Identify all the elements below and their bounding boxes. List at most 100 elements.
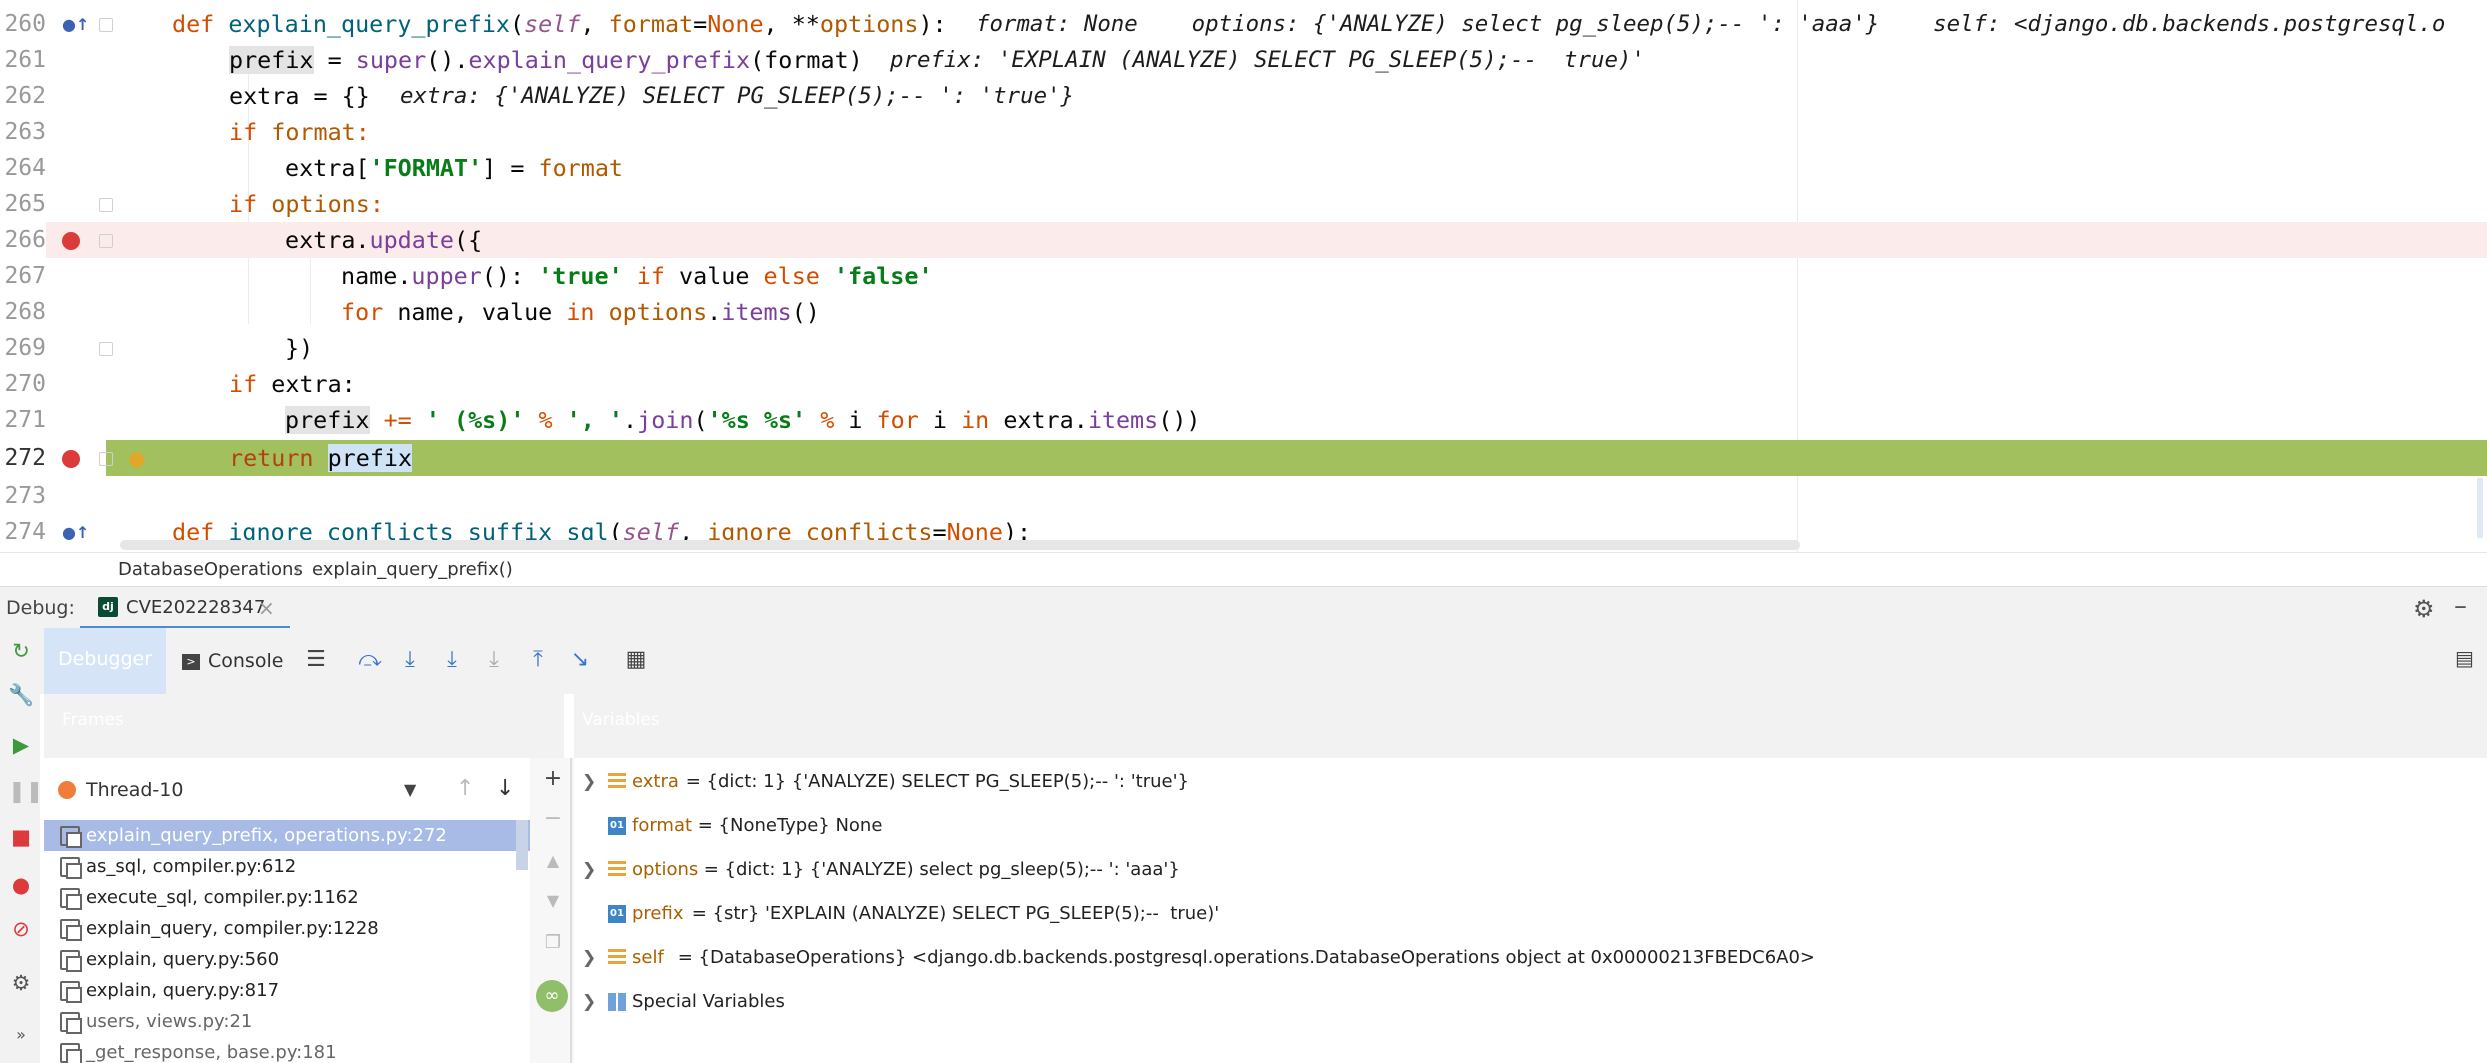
step-into-my-code-icon[interactable]: ⤓ — [438, 646, 466, 674]
code-line-260[interactable]: 260 ●↑ def explain_query_prefix(self, fo… — [0, 6, 2487, 42]
evaluate-expression-icon[interactable]: ▦ — [622, 646, 650, 674]
chevron-down-icon[interactable]: ▼ — [404, 768, 416, 812]
add-watch-icon[interactable]: + — [542, 768, 564, 790]
breadcrumb: DatabaseOperations › explain_query_prefi… — [0, 552, 2487, 587]
next-frame-icon[interactable]: ↓ — [496, 776, 514, 801]
variable-value: = {NoneType} None — [692, 815, 883, 836]
code-line-269[interactable]: 269 }) — [0, 330, 2487, 366]
code-line-261[interactable]: 261 prefix = super().explain_query_prefi… — [0, 42, 2487, 78]
close-icon[interactable]: × — [258, 587, 275, 629]
code-line-263[interactable]: 263 if format: — [0, 114, 2487, 150]
code-line-273[interactable]: 273 — [0, 478, 2487, 514]
line-number: 268 — [4, 299, 46, 325]
fold-marker[interactable] — [99, 452, 113, 466]
chevron-right-icon[interactable]: ❯ — [582, 938, 596, 978]
step-into-icon[interactable]: ⤓ — [396, 646, 424, 674]
frame-item[interactable]: execute_sql, compiler.py:1162 — [44, 882, 530, 913]
frame-item[interactable]: _get_response, base.py:181 — [44, 1037, 530, 1063]
variable-row-self[interactable]: ❯ self = {DatabaseOperations} <django.db… — [574, 938, 2474, 978]
debug-left-toolbar: ↻ 🔧 ▶ ❚❚ ■ ● ⊘ ⚙ » — [0, 628, 43, 1063]
code-editor[interactable]: 260 ●↑ def explain_query_prefix(self, fo… — [0, 0, 2487, 552]
override-method-icon[interactable]: ●↑ — [62, 523, 89, 542]
frame-label: explain_query_prefix, operations.py:272 — [86, 825, 447, 846]
run-to-cursor-icon[interactable]: ↘ — [566, 646, 594, 674]
horizontal-scrollbar[interactable] — [120, 540, 1800, 550]
fold-marker[interactable] — [99, 234, 113, 248]
code-line-268[interactable]: 268 for name, value in options.items() — [0, 294, 2487, 330]
frame-item[interactable]: explain_query, compiler.py:1228 — [44, 913, 530, 944]
frames-list[interactable]: explain_query_prefix, operations.py:272 … — [44, 820, 530, 1063]
move-up-icon[interactable]: ▲ — [542, 850, 564, 872]
chevron-right-icon[interactable]: ❯ — [582, 850, 596, 890]
panel-divider[interactable] — [570, 758, 572, 1063]
frame-item[interactable]: explain, query.py:560 — [44, 944, 530, 975]
lightbulb-icon[interactable]: ● — [128, 446, 145, 470]
fold-marker[interactable] — [99, 18, 113, 32]
variable-row-options[interactable]: ❯ options = {dict: 1} {'ANALYZE) select … — [574, 850, 2474, 890]
run-config-tab[interactable]: dj CVE202228347 × — [80, 587, 290, 630]
chevron-right-icon[interactable]: ❯ — [582, 982, 596, 1022]
variables-title: Variables — [582, 710, 660, 730]
breakpoint-icon[interactable] — [62, 232, 80, 250]
step-over-icon[interactable]: ⤼ — [356, 646, 384, 674]
variable-row-prefix[interactable]: 01 prefix = {str} 'EXPLAIN (ANALYZE) SEL… — [574, 894, 2474, 934]
variable-value: = {dict: 1} {'ANALYZE) SELECT PG_SLEEP(5… — [680, 771, 1189, 792]
code-line-267[interactable]: 267 name.upper(): 'true' if value else '… — [0, 258, 2487, 294]
line-number: 272 — [0, 440, 46, 476]
dict-icon — [608, 773, 626, 791]
breadcrumb-class[interactable]: DatabaseOperations — [118, 553, 303, 587]
frame-icon — [60, 1012, 82, 1034]
minimize-icon[interactable]: – — [2454, 591, 2467, 621]
breakpoint-icon[interactable] — [62, 450, 80, 468]
variable-row-extra[interactable]: ❯ extra = {dict: 1} {'ANALYZE) SELECT PG… — [574, 762, 2474, 802]
mute-breakpoints-icon[interactable]: ⊘ — [8, 916, 34, 942]
fold-marker[interactable] — [99, 198, 113, 212]
fold-marker[interactable] — [99, 342, 113, 356]
show-watches-icon[interactable]: ∞ — [536, 980, 568, 1012]
view-breakpoints-icon[interactable]: ● — [8, 872, 34, 898]
frame-item[interactable]: as_sql, compiler.py:612 — [44, 851, 530, 882]
variable-row-special[interactable]: ❯ Special Variables — [574, 982, 2474, 1022]
rerun-icon[interactable]: ↻ — [8, 638, 34, 664]
variable-row-format[interactable]: 01 format = {NoneType} None — [574, 806, 2474, 846]
breadcrumb-method[interactable]: explain_query_prefix() — [312, 553, 513, 587]
code-line-264[interactable]: 264 extra['FORMAT'] = format — [0, 150, 2487, 186]
code-line-265[interactable]: 265 if options: — [0, 186, 2487, 222]
wrench-icon[interactable]: 🔧 — [8, 682, 34, 708]
override-method-icon[interactable]: ●↑ — [62, 15, 89, 34]
frame-icon — [60, 826, 82, 848]
show-execution-point-icon[interactable]: ☰ — [302, 646, 330, 674]
more-icon[interactable]: » — [8, 1022, 34, 1048]
move-down-icon[interactable]: ▼ — [542, 890, 564, 912]
step-out-icon[interactable]: ⤒ — [524, 646, 552, 674]
copy-icon[interactable]: ❐ — [542, 932, 564, 954]
code-line-266[interactable]: 266 extra.update({ — [0, 222, 2487, 258]
vertical-scrollbar[interactable] — [2477, 478, 2483, 538]
line-number: 274 — [4, 519, 46, 545]
frame-icon — [60, 981, 82, 1003]
layout-settings-icon[interactable]: ▤ — [2455, 646, 2474, 670]
frame-item[interactable]: users, views.py:21 — [44, 1006, 530, 1037]
code-line-270[interactable]: 270 if extra: — [0, 366, 2487, 402]
gear-icon[interactable]: ⚙ — [2413, 595, 2435, 623]
code-line-271[interactable]: 271 prefix += ' (%s)' % ', '.join('%s %s… — [0, 402, 2487, 438]
chevron-right-icon[interactable]: ❯ — [582, 762, 596, 802]
force-step-into-icon[interactable]: ⤓ — [480, 646, 508, 674]
remove-watch-icon[interactable]: − — [542, 808, 564, 830]
previous-frame-icon[interactable]: ↑ — [456, 776, 474, 801]
variable-value: = {str} 'EXPLAIN (ANALYZE) SELECT PG_SLE… — [686, 903, 1220, 924]
frame-item[interactable]: explain, query.py:817 — [44, 975, 530, 1006]
frames-scrollbar[interactable] — [516, 820, 528, 870]
line-number: 262 — [4, 83, 46, 109]
variables-tree[interactable]: ❯ extra = {dict: 1} {'ANALYZE) SELECT PG… — [574, 758, 2487, 1063]
resume-icon[interactable]: ▶ — [8, 732, 34, 758]
stop-icon[interactable]: ■ — [8, 824, 34, 850]
frame-item-selected[interactable]: explain_query_prefix, operations.py:272 — [44, 820, 530, 851]
settings-icon[interactable]: ⚙ — [8, 970, 34, 996]
code-text: }) — [285, 334, 314, 362]
tab-console[interactable]: > Console — [182, 628, 283, 694]
pause-icon[interactable]: ❚❚ — [8, 778, 43, 804]
tab-debugger[interactable]: Debugger — [44, 628, 166, 697]
code-line-262[interactable]: 262 extra = {} extra: {'ANALYZE) SELECT … — [0, 78, 2487, 114]
code-line-272-current[interactable]: 272 ● return prefix — [0, 440, 2487, 476]
